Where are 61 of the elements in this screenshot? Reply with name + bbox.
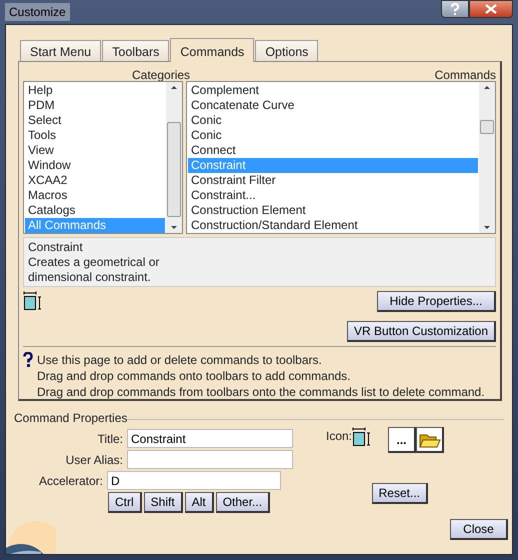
help-text: Drag and drop commands onto toolbars to add commands. [37, 368, 352, 384]
list-item[interactable]: Tools [25, 128, 165, 143]
help-text: Drag and drop commands from toolbars onto the commands list to delete command. [37, 384, 485, 400]
field-label: User Alias: [64, 452, 123, 468]
commands-list[interactable]: Complement Concatenate Curve Conic Conic Connect Constraint Constraint Filter Constraint... Construction Element Construction/Standard Element [186, 81, 496, 234]
open-folder-button[interactable] [416, 427, 444, 453]
list-item[interactable]: Construction Element [188, 203, 478, 218]
list-item[interactable]: Constraint... [188, 188, 478, 203]
close-button[interactable] [469, 0, 513, 18]
command-properties-heading: Command Properties [14, 410, 128, 427]
field-label: Title: [96, 430, 123, 448]
list-item[interactable]: Conic [188, 113, 478, 128]
categories-list[interactable]: Help PDM Select Tools View Window XCAA2 Macros Catalogs All Commands [23, 81, 183, 234]
list-item[interactable]: Window [25, 158, 165, 173]
list-item[interactable]: Concatenate Curve [188, 98, 478, 113]
help-icon [23, 352, 33, 368]
list-item[interactable]: Connect [188, 143, 478, 158]
field-label: Accelerator: [38, 472, 103, 490]
list-item[interactable]: Conic [188, 128, 478, 143]
modifier-button[interactable]: Ctrl [108, 492, 142, 513]
help-icon [450, 3, 460, 15]
commands-heading: Commands [434, 67, 496, 81]
tab[interactable]: Options [255, 40, 318, 61]
scroll-thumb[interactable] [166, 122, 181, 217]
list-item[interactable]: Constraint Filter [188, 173, 478, 188]
scrollbar[interactable] [479, 82, 495, 233]
scrollbar[interactable] [166, 82, 182, 233]
close-icon [485, 4, 497, 14]
list-item[interactable]: Catalogs [25, 203, 165, 218]
input-field[interactable]: Constraint [127, 429, 293, 448]
browse-button[interactable]: ... [388, 427, 416, 453]
constraint-icon [352, 427, 372, 447]
input-field[interactable] [127, 450, 293, 469]
help-button[interactable] [441, 0, 469, 18]
tab[interactable]: Toolbars [102, 40, 170, 61]
modifier-button[interactable]: Other... [216, 492, 270, 513]
tab[interactable]: Commands [170, 38, 254, 62]
constraint-icon [23, 291, 43, 311]
list-item[interactable]: Construction/Standard Element [188, 218, 478, 233]
command-name: Constraint [28, 240, 84, 255]
list-item[interactable]: Select [25, 113, 165, 128]
list-item[interactable]: XCAA2 [25, 173, 165, 188]
help-text: Use this page to add or delete commands to toolbars. [37, 352, 323, 368]
categories-heading: Categories [132, 67, 190, 81]
input-field[interactable]: D [107, 471, 281, 490]
list-item[interactable]: Complement [188, 83, 478, 98]
list-item[interactable]: Macros [25, 188, 165, 203]
list-item[interactable]: PDM [25, 98, 165, 113]
list-item[interactable]: Help [25, 83, 165, 98]
close-dialog-button[interactable]: Close [450, 519, 508, 540]
tab[interactable]: Start Menu [20, 40, 102, 61]
modifier-button[interactable]: Alt [184, 492, 214, 513]
reset-button[interactable]: Reset... [372, 483, 428, 504]
modifier-button[interactable]: Shift [144, 492, 183, 513]
list-item[interactable]: View [25, 143, 165, 158]
icon-label: Icon: [326, 428, 352, 445]
hide-properties-button[interactable]: Hide Properties... [377, 291, 496, 312]
command-description: Creates a geometrical or dimensional constraint. [28, 255, 160, 285]
vr-button-customization-button[interactable]: VR Button Customization [346, 321, 496, 342]
scroll-thumb[interactable] [480, 120, 494, 134]
window-title: Customize [5, 3, 70, 21]
